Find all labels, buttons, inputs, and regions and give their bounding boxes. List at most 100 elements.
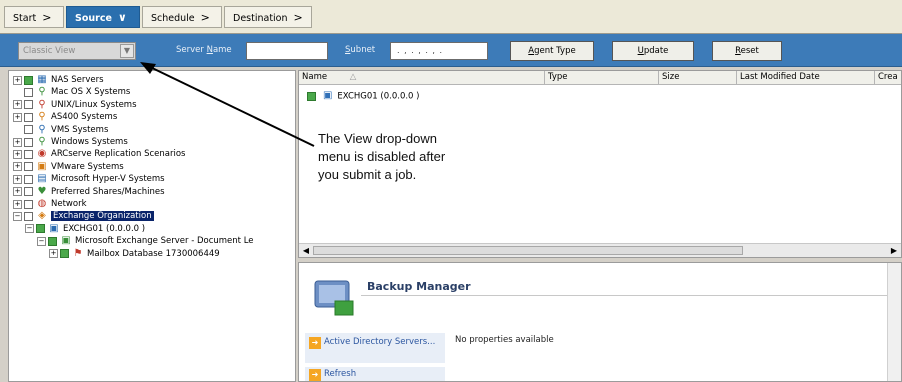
checkbox[interactable] — [24, 199, 33, 209]
annotation-text: The View drop-down menu is disabled afte… — [318, 130, 518, 184]
expand-icon[interactable]: + — [13, 149, 22, 159]
active-directory-servers-link[interactable]: ➜ Active Directory Servers... — [305, 333, 445, 363]
subnet-label-suffix: ubnet — [350, 45, 376, 55]
tree-line — [13, 87, 22, 97]
collapse-icon[interactable]: − — [25, 224, 34, 234]
update-label: pdate — [643, 46, 669, 56]
expand-icon[interactable]: + — [13, 162, 22, 172]
tree-item-label: Mac OS X Systems — [51, 87, 131, 98]
collapse-icon[interactable]: − — [13, 211, 22, 221]
checkbox[interactable] — [24, 187, 33, 197]
server-name-label: Server Name — [176, 45, 232, 55]
scrollbar-thumb[interactable] — [313, 246, 743, 255]
server-icon: ▣ — [322, 90, 333, 101]
tab-start[interactable]: Start > — [4, 6, 64, 28]
subnet-label: Subnet — [345, 45, 375, 55]
tree-item-label: AS400 Systems — [51, 112, 118, 123]
tab-schedule[interactable]: Schedule > — [142, 6, 222, 28]
update-button[interactable]: Update — [612, 41, 694, 61]
tree-item-label: Network — [51, 199, 87, 209]
expand-icon[interactable]: + — [13, 112, 22, 122]
column-header-size-label: Size — [662, 72, 680, 82]
chevron-down-icon: ▼ — [120, 44, 134, 58]
checkbox[interactable] — [24, 149, 33, 159]
no-properties-message: No properties available — [455, 335, 554, 345]
chevron-right-icon: > — [293, 11, 303, 24]
checkbox[interactable] — [24, 174, 33, 184]
tree-item[interactable]: + ⚑ Mailbox Database 1730006449 — [49, 247, 220, 261]
tree-item-label: UNIX/Linux Systems — [51, 99, 137, 110]
server-name-label-prefix: Server — [176, 45, 207, 55]
expand-icon[interactable]: + — [13, 75, 22, 85]
collapse-icon[interactable]: − — [37, 236, 46, 246]
horizontal-scrollbar[interactable]: ◀ ▶ — [299, 243, 901, 257]
tab-source[interactable]: Source ∨ — [66, 6, 140, 28]
tree-item-label: VMS Systems — [51, 124, 109, 135]
subnet-input[interactable]: . , . , . , . — [390, 42, 488, 60]
refresh-link[interactable]: ➜ Refresh — [305, 367, 445, 381]
source-toolbar: Classic View ▼ Server Name Subnet . , . … — [0, 34, 902, 67]
expand-icon[interactable]: + — [13, 174, 22, 184]
sort-arrow-icon: △ — [349, 72, 357, 82]
expand-icon[interactable]: + — [49, 249, 58, 259]
scroll-right-icon[interactable]: ▶ — [888, 245, 900, 256]
tree-item-label: Mailbox Database 1730006449 — [87, 248, 220, 259]
column-header-type[interactable]: Type — [545, 71, 659, 85]
annotation-line: menu is disabled after — [318, 149, 446, 164]
source-tree[interactable]: + ▦ NAS Servers ⚲ Mac OS X Systems + ⚲ UNIX/Lin… — [8, 70, 296, 382]
checkbox[interactable] — [24, 87, 33, 97]
column-header-last-modified[interactable]: Last Modified Date — [737, 71, 875, 85]
agent-type-button[interactable]: Agent Type — [510, 41, 594, 61]
checkbox[interactable] — [60, 249, 69, 259]
list-item[interactable]: ▣ EXCHG01 (0.0.0.0 ) — [305, 89, 419, 103]
checkbox[interactable] — [24, 137, 33, 147]
expand-icon[interactable]: + — [13, 187, 22, 197]
checkbox[interactable] — [307, 91, 316, 101]
checkbox[interactable] — [24, 211, 33, 221]
tree-item-label: NAS Servers — [51, 75, 104, 85]
tree-item-label: Preferred Shares/Machines — [51, 186, 165, 197]
chevron-right-icon: > — [200, 11, 210, 24]
checkbox[interactable] — [24, 75, 33, 85]
column-header-size[interactable]: Size — [659, 71, 737, 85]
view-select: Classic View ▼ — [18, 42, 136, 60]
link-label: Active Directory Servers... — [324, 337, 436, 347]
server-name-input[interactable] — [246, 42, 328, 60]
checkbox[interactable] — [24, 112, 33, 122]
tab-source-label: Source — [75, 13, 112, 24]
expand-icon[interactable]: + — [13, 137, 22, 147]
panel-title: Backup Manager — [367, 280, 471, 293]
server-name-label-suffix: ame — [212, 45, 232, 55]
tree-item-label: ARCserve Replication Scenarios — [51, 149, 186, 160]
expand-icon[interactable]: + — [13, 100, 22, 110]
tree-item-label: Microsoft Exchange Server - Document Le — [75, 236, 254, 247]
column-header-last-modified-label: Last Modified Date — [740, 72, 820, 82]
expand-icon[interactable]: + — [13, 199, 22, 209]
reset-button[interactable]: Reset — [712, 41, 782, 61]
subnet-value: . , . , . , . — [397, 46, 444, 55]
arrow-right-icon: ➜ — [309, 369, 321, 381]
column-header-created-label: Crea — [878, 72, 898, 82]
column-header-created[interactable]: Crea — [875, 71, 901, 85]
tree-item-label: Microsoft Hyper-V Systems — [51, 174, 165, 185]
tree-item-label: Windows Systems — [51, 137, 128, 147]
tree-line — [13, 125, 22, 135]
backup-manager-icon — [314, 280, 354, 316]
chevron-right-icon: > — [42, 11, 52, 24]
checkbox[interactable] — [36, 224, 45, 234]
tab-destination[interactable]: Destination > — [224, 6, 312, 28]
checkbox[interactable] — [24, 100, 33, 110]
agent-type-label: gent Type — [534, 46, 576, 56]
wizard-tab-bar: Start > Source ∨ Schedule > Destination > — [0, 0, 902, 34]
chevron-down-icon: ∨ — [117, 11, 127, 24]
checkbox[interactable] — [48, 236, 57, 246]
reset-label: eset — [740, 46, 759, 56]
view-select-value: Classic View — [23, 46, 76, 56]
annotation-line: you submit a job. — [318, 167, 417, 182]
checkbox[interactable] — [24, 125, 33, 135]
checkbox[interactable] — [24, 162, 33, 172]
tree-node-icon: ⚑ — [73, 247, 83, 259]
column-header-name[interactable]: Name △ — [299, 71, 545, 85]
scroll-left-icon[interactable]: ◀ — [300, 245, 312, 256]
vertical-scrollbar[interactable] — [887, 263, 901, 381]
